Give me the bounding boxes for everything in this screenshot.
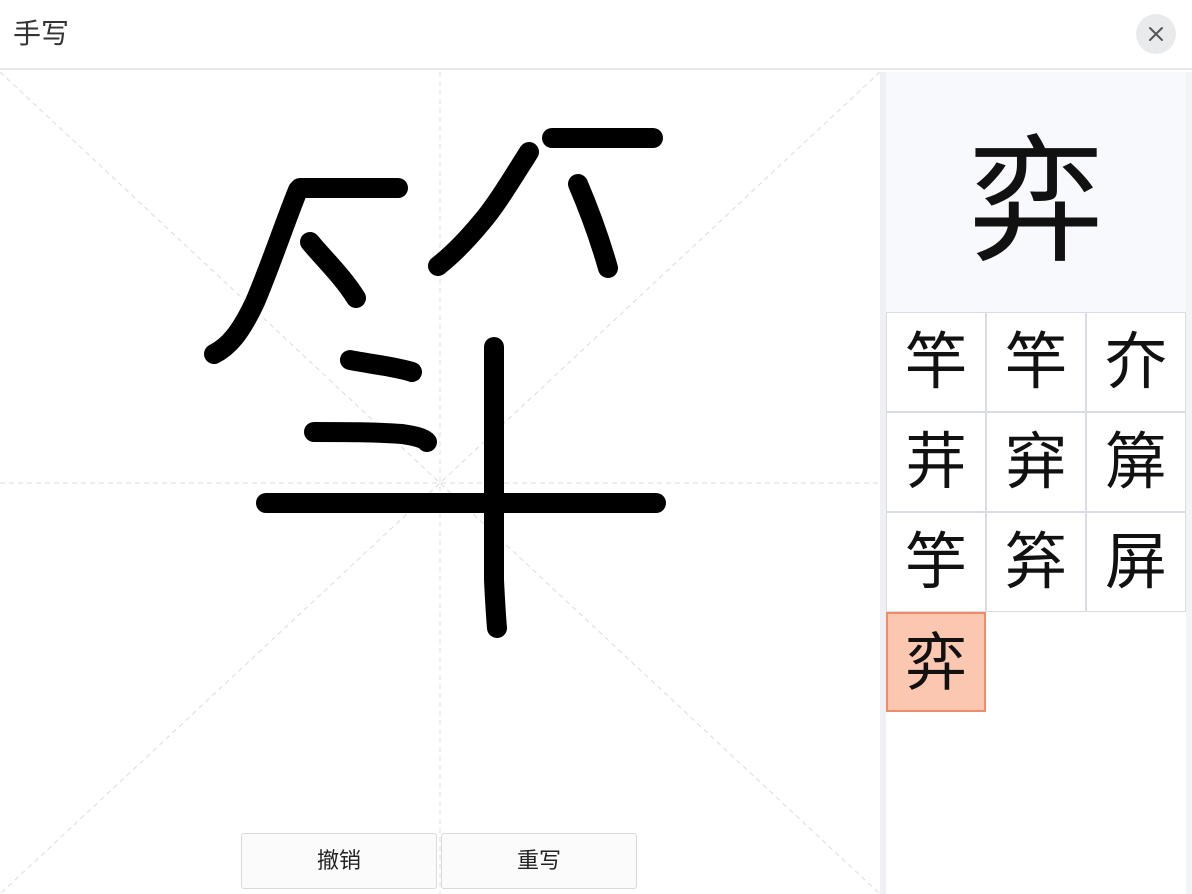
rewrite-button[interactable]: 重写 — [441, 833, 637, 889]
ink-strokes — [204, 128, 666, 638]
handwriting-dialog: 手写 撤销 重写 弈 竿 竿 夰 茾 穽 箳 竽 笲 屏 弈 — [0, 0, 1192, 894]
candidate-cell[interactable]: 夰 — [1086, 312, 1186, 412]
dialog-header: 手写 — [0, 0, 1192, 70]
preview-character: 弈 — [968, 124, 1104, 282]
candidate-cell[interactable]: 茾 — [886, 412, 986, 512]
candidate-cell[interactable]: 箳 — [1086, 412, 1186, 512]
candidate-panel: 弈 竿 竿 夰 茾 穽 箳 竽 笲 屏 弈 — [886, 72, 1186, 894]
close-icon — [1149, 27, 1163, 41]
undo-button[interactable]: 撤销 — [241, 833, 437, 889]
candidate-cell[interactable]: 穽 — [986, 412, 1086, 512]
candidate-cell[interactable]: 竿 — [986, 312, 1086, 412]
candidate-cell[interactable]: 笲 — [986, 512, 1086, 612]
panel-scrollbar[interactable] — [1186, 72, 1192, 894]
candidate-cell[interactable]: 竿 — [886, 312, 986, 412]
candidate-cell[interactable]: 竽 — [886, 512, 986, 612]
canvas-guide-lines — [0, 72, 880, 894]
dialog-title: 手写 — [13, 17, 70, 50]
canvas-controls: 撤销 重写 — [241, 833, 641, 891]
candidate-cell-selected[interactable]: 弈 — [886, 612, 986, 712]
handwriting-canvas[interactable]: 撤销 重写 — [0, 72, 880, 894]
candidate-cell[interactable]: 屏 — [1086, 512, 1186, 612]
close-button[interactable] — [1136, 14, 1176, 54]
candidate-preview: 弈 — [886, 72, 1186, 312]
